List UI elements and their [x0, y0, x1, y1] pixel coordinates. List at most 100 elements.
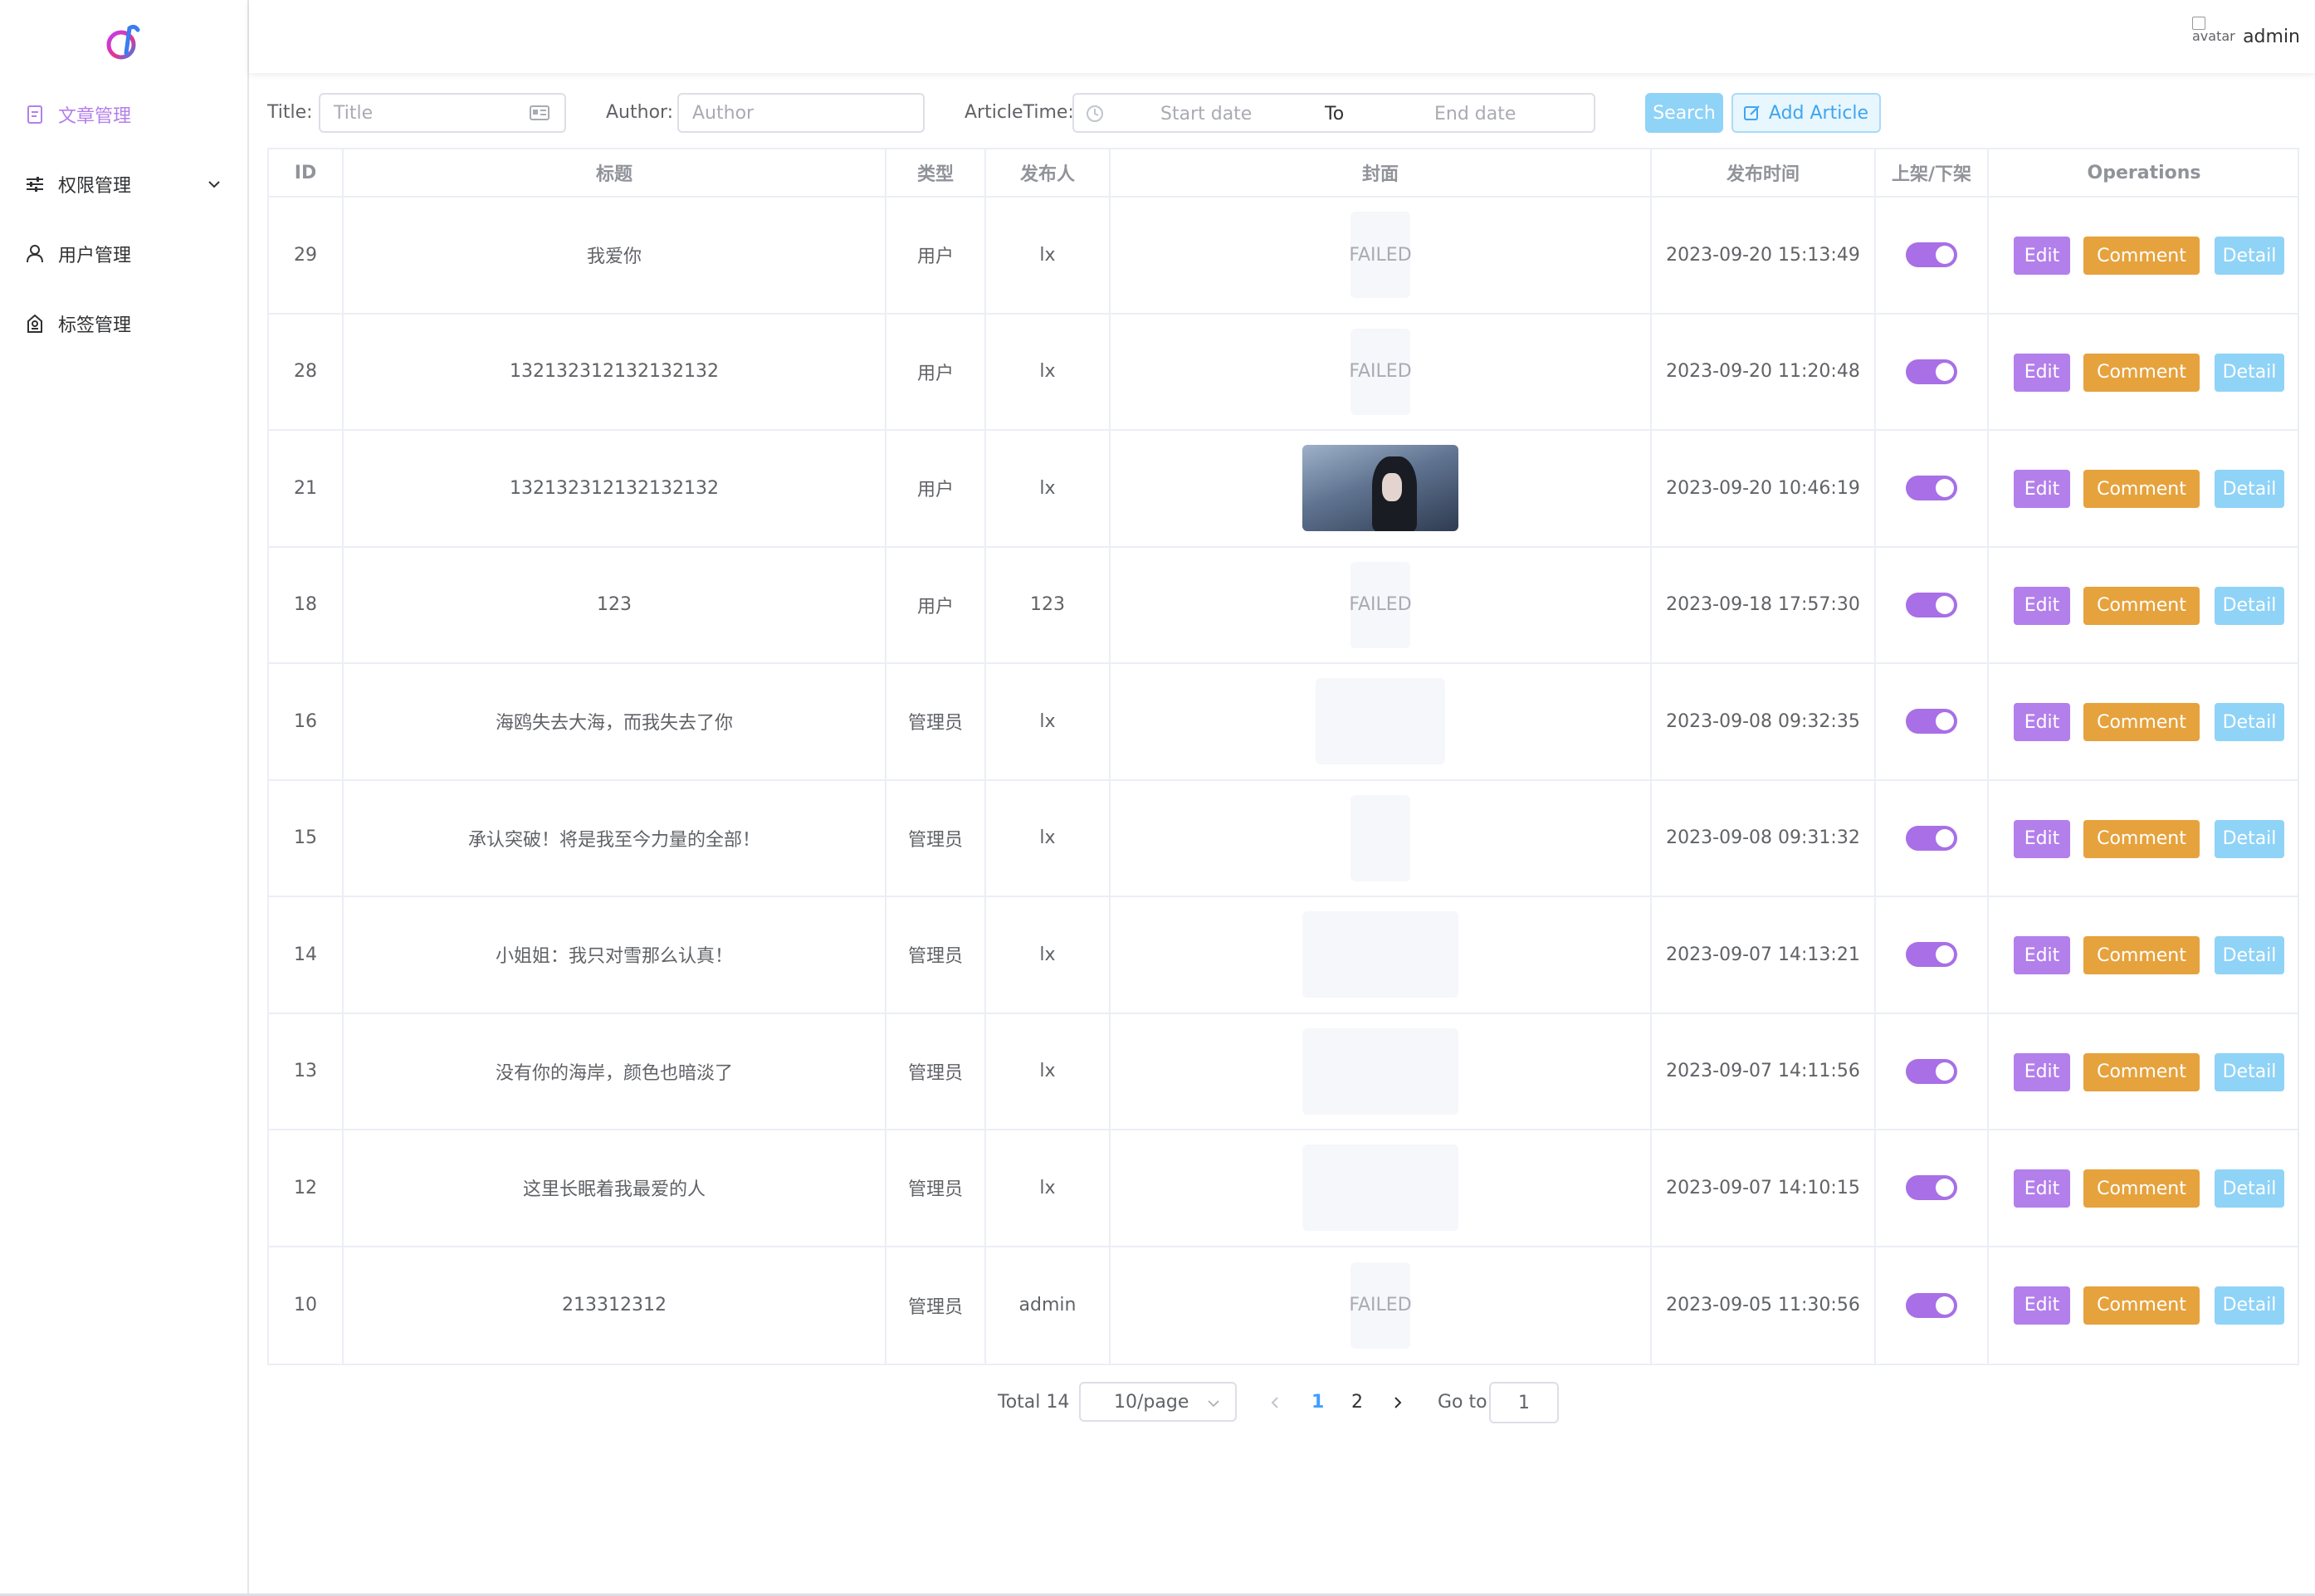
- cell-id: 14: [269, 897, 344, 1013]
- start-date-input[interactable]: Start date: [1160, 104, 1252, 124]
- cover-image-placeholder[interactable]: FAILED: [1349, 1262, 1412, 1349]
- comment-button[interactable]: Comment: [2083, 586, 2200, 625]
- detail-button[interactable]: Detail: [2215, 586, 2284, 625]
- publish-toggle[interactable]: [1906, 476, 1957, 501]
- username[interactable]: admin: [2243, 27, 2300, 47]
- edit-button[interactable]: Edit: [2014, 936, 2070, 974]
- detail-button[interactable]: Detail: [2215, 936, 2284, 974]
- cover-image[interactable]: [1302, 445, 1458, 532]
- detail-button[interactable]: Detail: [2215, 1052, 2284, 1091]
- column-header[interactable]: 发布人: [986, 149, 1111, 196]
- add-article-button[interactable]: Add Article: [1731, 93, 1881, 133]
- title-input[interactable]: Title: [319, 93, 566, 133]
- cell-time: 2023-09-07 14:13:21: [1652, 897, 1876, 1013]
- sidebar-item-tags[interactable]: 标签管理: [0, 289, 247, 359]
- column-header[interactable]: 上架/下架: [1876, 149, 1989, 196]
- cell-author: lx: [986, 664, 1111, 779]
- goto-page-input[interactable]: 1: [1489, 1382, 1559, 1423]
- publish-toggle[interactable]: [1906, 942, 1957, 968]
- comment-button[interactable]: Comment: [2083, 1052, 2200, 1091]
- column-header[interactable]: Operations: [1989, 149, 2299, 196]
- detail-button[interactable]: Detail: [2215, 819, 2284, 858]
- cover-image-placeholder[interactable]: [1302, 1145, 1458, 1232]
- cell-id: 15: [269, 780, 344, 896]
- edit-button[interactable]: Edit: [2014, 353, 2070, 392]
- cover-image-placeholder[interactable]: FAILED: [1349, 328, 1412, 415]
- detail-button[interactable]: Detail: [2215, 237, 2284, 275]
- column-header[interactable]: 发布时间: [1652, 149, 1876, 196]
- publish-toggle[interactable]: [1906, 1292, 1957, 1318]
- page-number[interactable]: 1: [1311, 1392, 1324, 1413]
- sidebar-item-articles[interactable]: 文章管理: [0, 80, 247, 149]
- cover-image-placeholder[interactable]: FAILED: [1349, 212, 1412, 299]
- publish-toggle[interactable]: [1906, 825, 1957, 851]
- publish-toggle[interactable]: [1906, 592, 1957, 617]
- prev-page-icon[interactable]: [1267, 1394, 1283, 1411]
- next-page-icon[interactable]: [1389, 1394, 1406, 1411]
- cell-author: lx: [986, 780, 1111, 896]
- cell-title: 132132312132132132: [344, 431, 886, 546]
- cell-toggle: [1876, 198, 1989, 313]
- cell-toggle: [1876, 1013, 1989, 1129]
- edit-button[interactable]: Edit: [2014, 819, 2070, 858]
- edit-button[interactable]: Edit: [2014, 1169, 2070, 1208]
- edit-button[interactable]: Edit: [2014, 1286, 2070, 1325]
- edit-button[interactable]: Edit: [2014, 470, 2070, 508]
- cell-operations: Edit Comment Detail: [1989, 897, 2299, 1013]
- cover-image-placeholder[interactable]: [1302, 911, 1458, 998]
- cover-image-placeholder[interactable]: [1350, 794, 1410, 881]
- edit-button[interactable]: Edit: [2014, 237, 2070, 275]
- comment-button[interactable]: Comment: [2083, 819, 2200, 858]
- detail-button[interactable]: Detail: [2215, 703, 2284, 741]
- comment-button[interactable]: Comment: [2083, 936, 2200, 974]
- edit-button[interactable]: Edit: [2014, 703, 2070, 741]
- column-header[interactable]: 类型: [886, 149, 986, 196]
- detail-button[interactable]: Detail: [2215, 1169, 2284, 1208]
- sidebar-item-users[interactable]: 用户管理: [0, 219, 247, 289]
- cell-toggle: [1876, 314, 1989, 429]
- date-range-picker[interactable]: Start date To End date: [1072, 93, 1595, 133]
- cell-time: 2023-09-05 11:30:56: [1652, 1247, 1876, 1364]
- cover-image-placeholder[interactable]: [1316, 678, 1445, 765]
- sidebar-item-permissions[interactable]: 权限管理: [0, 149, 247, 219]
- chevron-down-icon[interactable]: [206, 176, 222, 193]
- cover-image-placeholder[interactable]: [1302, 1027, 1458, 1115]
- comment-button[interactable]: Comment: [2083, 237, 2200, 275]
- app-logo[interactable]: [101, 20, 144, 63]
- column-header[interactable]: 标题: [344, 149, 886, 196]
- comment-button[interactable]: Comment: [2083, 353, 2200, 392]
- page-size-select[interactable]: 10/page: [1079, 1382, 1237, 1422]
- comment-button[interactable]: Comment: [2083, 470, 2200, 508]
- detail-button[interactable]: Detail: [2215, 353, 2284, 392]
- author-input[interactable]: Author: [677, 93, 925, 133]
- cell-title: 213312312: [344, 1247, 886, 1364]
- publish-toggle[interactable]: [1906, 359, 1957, 384]
- publish-toggle[interactable]: [1906, 1175, 1957, 1201]
- cell-author: lx: [986, 1013, 1111, 1129]
- page-number[interactable]: 2: [1351, 1392, 1363, 1413]
- edit-button[interactable]: Edit: [2014, 1052, 2070, 1091]
- comment-button[interactable]: Comment: [2083, 1169, 2200, 1208]
- cell-title: 我爱你: [344, 198, 886, 313]
- publish-toggle[interactable]: [1906, 242, 1957, 268]
- edit-button[interactable]: Edit: [2014, 586, 2070, 625]
- tag-icon: [25, 314, 45, 334]
- publish-toggle[interactable]: [1906, 709, 1957, 735]
- column-header[interactable]: ID: [269, 149, 344, 196]
- cell-time: 2023-09-20 15:13:49: [1652, 198, 1876, 313]
- toggle-knob: [1936, 246, 1954, 265]
- detail-button[interactable]: Detail: [2215, 1286, 2284, 1325]
- column-header[interactable]: 封面: [1111, 149, 1652, 196]
- comment-button[interactable]: Comment: [2083, 703, 2200, 741]
- cell-author: lx: [986, 431, 1111, 546]
- search-button[interactable]: Search: [1645, 93, 1723, 133]
- cell-cover: FAILED: [1111, 1247, 1652, 1364]
- avatar[interactable]: avatar: [2192, 17, 2235, 53]
- publish-toggle[interactable]: [1906, 1058, 1957, 1084]
- cell-time: 2023-09-07 14:11:56: [1652, 1013, 1876, 1129]
- detail-button[interactable]: Detail: [2215, 470, 2284, 508]
- comment-button[interactable]: Comment: [2083, 1286, 2200, 1325]
- cell-operations: Edit Comment Detail: [1989, 781, 2299, 896]
- cover-image-placeholder[interactable]: FAILED: [1349, 561, 1412, 648]
- end-date-input[interactable]: End date: [1434, 104, 1516, 124]
